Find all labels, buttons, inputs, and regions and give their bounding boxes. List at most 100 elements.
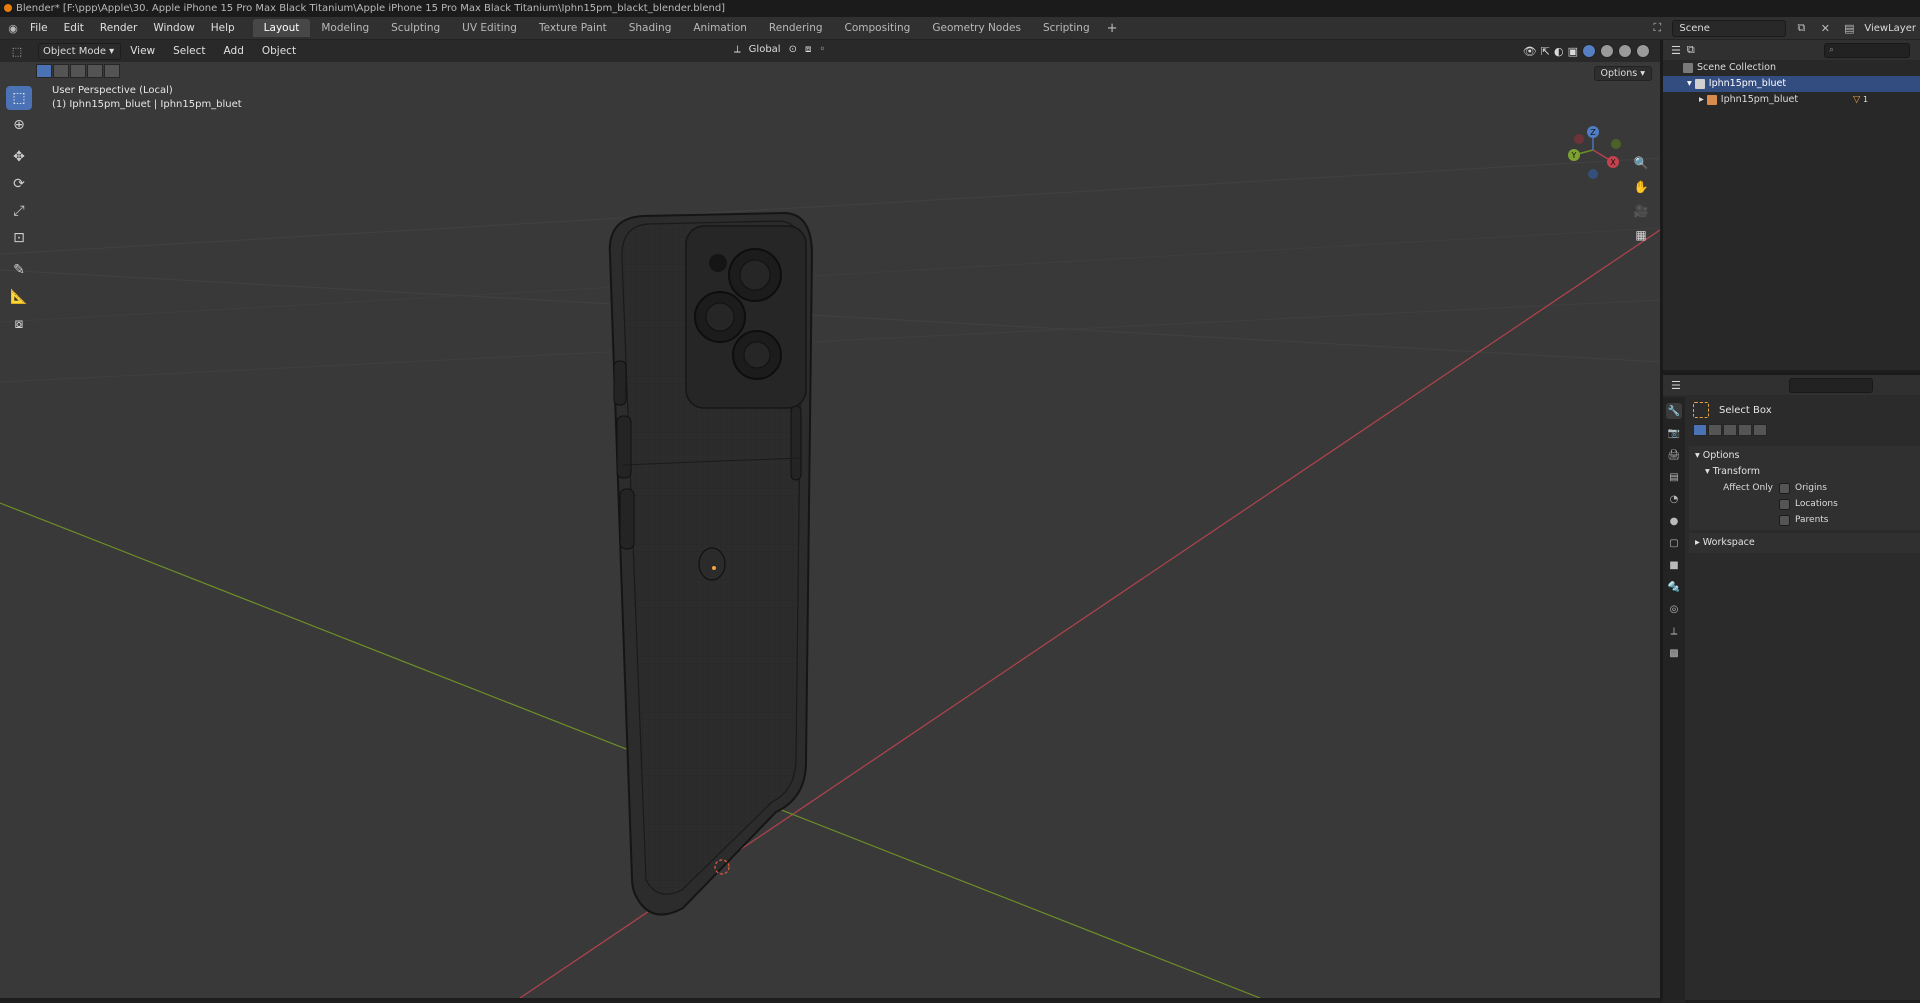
- object-tab-icon[interactable]: ■: [1666, 557, 1682, 573]
- overlay-toggle-icon[interactable]: ◐: [1554, 45, 1564, 58]
- modifier-tab-icon[interactable]: 🔩: [1666, 579, 1682, 595]
- tab-animation[interactable]: Animation: [682, 19, 758, 37]
- scene-tab-icon[interactable]: ◔: [1666, 491, 1682, 507]
- move-tool-icon[interactable]: ✥: [6, 145, 32, 169]
- proportional-edit-icon[interactable]: ◦: [819, 44, 825, 55]
- tab-rendering[interactable]: Rendering: [758, 19, 834, 37]
- workspace-panel-header[interactable]: ▸ Workspace: [1689, 535, 1920, 551]
- outliner-scene-collection[interactable]: Scene Collection: [1663, 60, 1920, 76]
- measure-tool-icon[interactable]: 📐: [6, 285, 32, 309]
- menu-view[interactable]: View: [121, 45, 164, 57]
- select-box-tool-icon[interactable]: ⬚: [6, 86, 32, 110]
- pivot-icon[interactable]: ⊙: [789, 44, 797, 55]
- view-layer-tab-icon[interactable]: ▤: [1666, 469, 1682, 485]
- outliner-editor-icon[interactable]: ☰: [1671, 44, 1681, 57]
- scene-field[interactable]: Scene: [1672, 19, 1787, 37]
- select-subtract-mode[interactable]: [70, 64, 86, 78]
- tab-compositing[interactable]: Compositing: [834, 19, 922, 37]
- visibility-icon[interactable]: 👁: [1523, 45, 1537, 58]
- tool-mode-subtract[interactable]: [1723, 424, 1737, 436]
- menu-add[interactable]: Add: [215, 45, 253, 57]
- select-invert-mode[interactable]: [87, 64, 103, 78]
- tab-shading[interactable]: Shading: [618, 19, 683, 37]
- menu-object[interactable]: Object: [253, 45, 305, 57]
- outliner-object-row[interactable]: ▸ Iphn15pm_bluet ▽ 1: [1663, 92, 1920, 108]
- object-mode-dropdown[interactable]: Object Mode ▾: [38, 42, 122, 60]
- solid-shading-button[interactable]: [1600, 44, 1614, 58]
- transform-subpanel-header[interactable]: ▾ Transform: [1689, 464, 1920, 480]
- tool-mode-set[interactable]: [1693, 424, 1707, 436]
- add-workspace-button[interactable]: +: [1101, 21, 1124, 36]
- transform-tool-icon[interactable]: ⊡: [6, 226, 32, 250]
- 3d-viewport[interactable]: X Y Z ⬚ Object Mode ▾ View Select Add Ob…: [0, 40, 1660, 998]
- tab-uv-editing[interactable]: UV Editing: [451, 19, 528, 37]
- options-dropdown[interactable]: Options ▾: [1593, 66, 1652, 81]
- perspective-grid-icon[interactable]: ▦: [1632, 226, 1650, 244]
- pan-hand-icon[interactable]: ✋: [1632, 178, 1650, 196]
- collapse-arrow-icon[interactable]: ▸: [1699, 94, 1707, 105]
- select-intersect-mode[interactable]: [104, 64, 120, 78]
- scale-tool-icon[interactable]: ⤢: [6, 199, 32, 223]
- tool-tab-icon[interactable]: 🔧: [1666, 403, 1682, 419]
- select-new-mode[interactable]: [36, 64, 52, 78]
- navigation-gizmo[interactable]: X Y Z: [1568, 126, 1621, 179]
- tab-texture-paint[interactable]: Texture Paint: [528, 19, 618, 37]
- origins-checkbox[interactable]: [1779, 482, 1790, 494]
- orientation-dropdown[interactable]: Global: [749, 44, 781, 55]
- rotate-tool-icon[interactable]: ⟳: [6, 172, 32, 196]
- constraints-tab-icon[interactable]: ⟂: [1666, 623, 1682, 639]
- world-tab-icon[interactable]: ●: [1666, 513, 1682, 529]
- tab-layout[interactable]: Layout: [252, 19, 311, 37]
- render-tab-icon[interactable]: 📷: [1666, 425, 1682, 441]
- properties-editor-icon[interactable]: ☰: [1671, 379, 1681, 392]
- add-cube-tool-icon[interactable]: ⧇: [6, 312, 32, 336]
- output-tab-icon[interactable]: 🖨: [1666, 447, 1682, 463]
- tab-scripting[interactable]: Scripting: [1032, 19, 1101, 37]
- blender-menu-icon[interactable]: ◉: [4, 21, 22, 36]
- view-layer-icon[interactable]: ▤: [1840, 21, 1858, 36]
- camera-view-icon[interactable]: 🎥: [1632, 202, 1650, 220]
- xray-toggle-icon[interactable]: ▣: [1568, 45, 1578, 58]
- options-panel-header[interactable]: ▾ Options: [1689, 448, 1920, 464]
- outliner-search-input[interactable]: ⌕: [1824, 42, 1910, 58]
- tool-mode-invert[interactable]: [1738, 424, 1752, 436]
- physics-tab-icon[interactable]: ◎: [1666, 601, 1682, 617]
- editor-type-icon[interactable]: ⬚: [8, 44, 26, 59]
- menu-window[interactable]: Window: [145, 22, 202, 34]
- properties-search-input[interactable]: [1788, 377, 1873, 393]
- locations-checkbox[interactable]: [1779, 498, 1790, 510]
- new-scene-icon[interactable]: ⧉: [1792, 21, 1810, 36]
- gizmo-neg-y[interactable]: [1611, 139, 1621, 149]
- gizmo-neg-z[interactable]: [1588, 169, 1598, 179]
- texture-tab-icon[interactable]: ▩: [1666, 645, 1682, 661]
- collection-tab-icon[interactable]: ▢: [1666, 535, 1682, 551]
- tab-sculpting[interactable]: Sculpting: [380, 19, 451, 37]
- zoom-icon[interactable]: 🔍: [1632, 154, 1650, 172]
- tab-geometry-nodes[interactable]: Geometry Nodes: [921, 19, 1032, 37]
- cursor-tool-icon[interactable]: ⊕: [6, 113, 32, 137]
- view-layer-field[interactable]: ViewLayer: [1864, 23, 1920, 34]
- mesh-data-icon[interactable]: ▽: [1853, 92, 1860, 108]
- tab-modeling[interactable]: Modeling: [310, 19, 380, 37]
- gizmo-neg-x[interactable]: [1574, 134, 1584, 144]
- menu-render[interactable]: Render: [92, 22, 145, 34]
- material-shading-button[interactable]: [1618, 44, 1632, 58]
- annotate-tool-icon[interactable]: ✎: [6, 258, 32, 282]
- menu-file[interactable]: File: [22, 22, 56, 34]
- delete-scene-icon[interactable]: ✕: [1816, 21, 1834, 36]
- menu-select[interactable]: Select: [164, 45, 214, 57]
- menu-edit[interactable]: Edit: [56, 22, 92, 34]
- tool-mode-intersect[interactable]: [1753, 424, 1767, 436]
- outliner-filter-icon[interactable]: ⧉: [1687, 43, 1695, 57]
- expand-arrow-icon[interactable]: ▾: [1687, 78, 1695, 89]
- select-extend-mode[interactable]: [53, 64, 69, 78]
- gizmo-toggle-icon[interactable]: ⇱: [1541, 45, 1550, 58]
- scene-icon[interactable]: ⛶: [1648, 21, 1666, 36]
- tool-mode-extend[interactable]: [1708, 424, 1722, 436]
- outliner-collection-row[interactable]: ▾ Iphn15pm_bluet: [1663, 76, 1920, 92]
- rendered-shading-button[interactable]: [1636, 44, 1650, 58]
- parents-checkbox[interactable]: [1779, 514, 1790, 526]
- menu-help[interactable]: Help: [203, 22, 243, 34]
- snap-icon[interactable]: ⧈: [805, 44, 811, 55]
- wireframe-shading-button[interactable]: [1582, 44, 1596, 58]
